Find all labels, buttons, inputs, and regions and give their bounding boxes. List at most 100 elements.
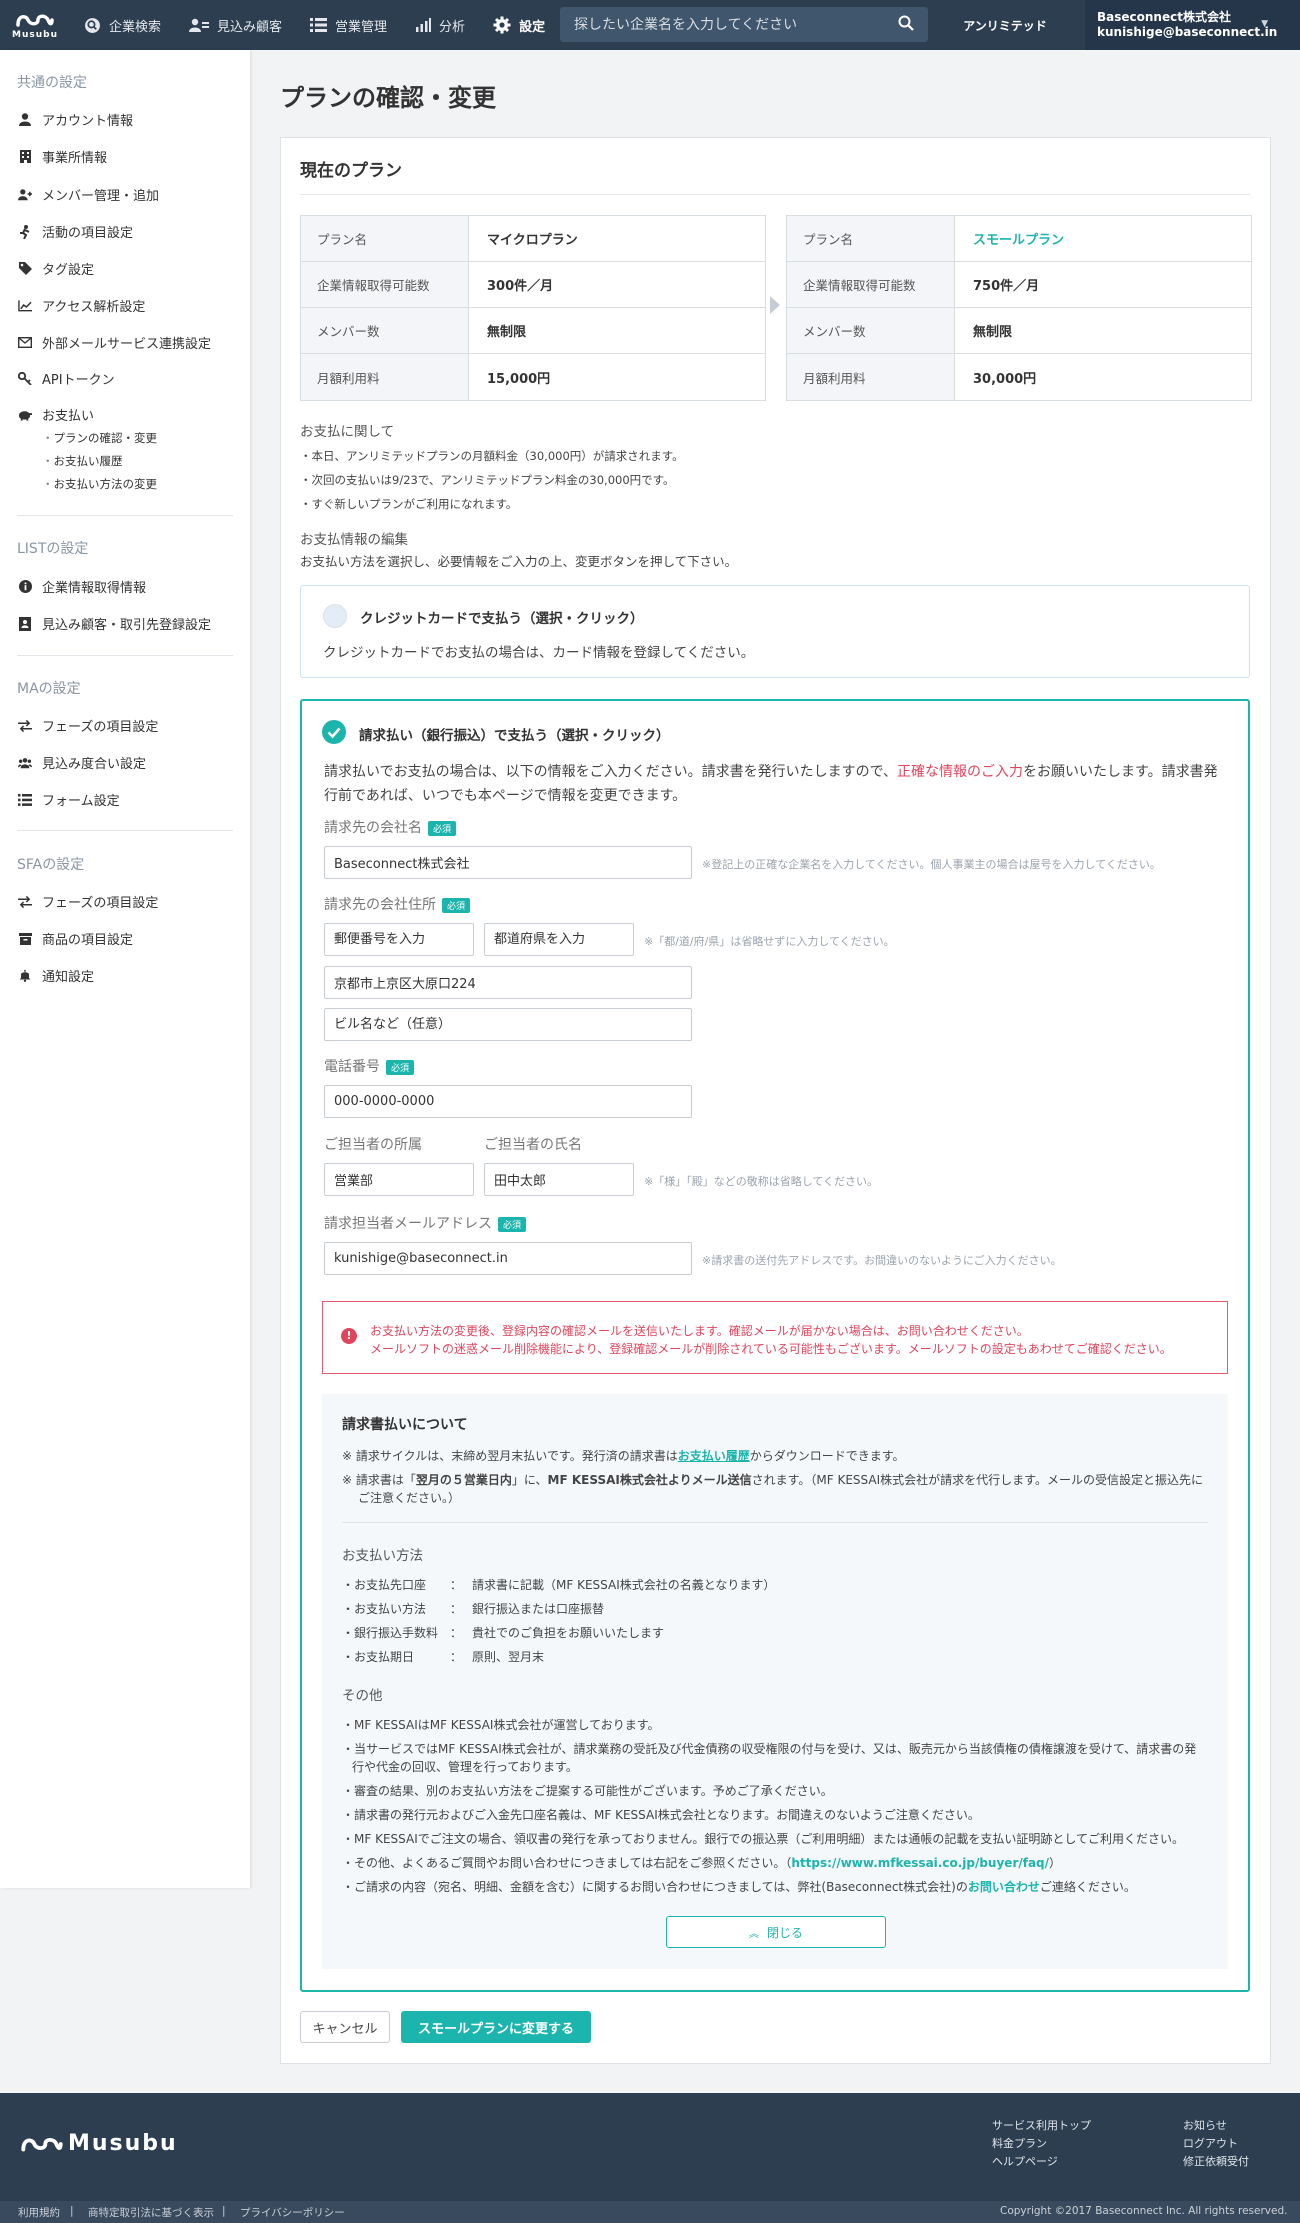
contact-name-input[interactable] bbox=[484, 1163, 634, 1196]
musubu-logo-icon bbox=[21, 2137, 63, 2151]
plan-badge[interactable]: アンリミテッド bbox=[930, 0, 1080, 50]
footer-link[interactable]: 料金プラン bbox=[992, 2135, 1047, 2151]
legal-bar: 利用規約 | 商特定取引法に基づく表示 | プライバシーポリシー Copyrig… bbox=[0, 2201, 1300, 2223]
company-search-input[interactable] bbox=[574, 16, 898, 33]
email-input[interactable] bbox=[324, 1242, 692, 1275]
dept-input[interactable] bbox=[324, 1163, 474, 1196]
search-icon[interactable] bbox=[898, 15, 914, 35]
sidebar-item-registration[interactable]: 見込み顧客・取引先登録設定 bbox=[18, 614, 211, 633]
user-plus-icon bbox=[18, 188, 32, 201]
note-text: からダウンロードできます。 bbox=[749, 1449, 905, 1463]
sidebar-item-label: アカウント情報 bbox=[42, 114, 134, 129]
desc-text: をお願いいたします。請求書発 bbox=[1023, 764, 1218, 780]
footer-link[interactable]: ヘルプページ bbox=[992, 2153, 1058, 2169]
plan-key: メンバー数 bbox=[301, 308, 469, 353]
legal-link[interactable]: プライバシーポリシー bbox=[240, 2205, 345, 2220]
sidebar-item-ma-score[interactable]: 見込み度合い設定 bbox=[18, 753, 146, 772]
zip-input[interactable] bbox=[324, 923, 474, 956]
sidebar-item-analytics[interactable]: アクセス解析設定 bbox=[18, 296, 145, 315]
contact-link[interactable]: お問い合わせ bbox=[968, 1880, 1040, 1894]
name-hint: ※「様」「殿」などの敬称は省略してください。 bbox=[644, 1175, 879, 1188]
address-input[interactable] bbox=[324, 966, 692, 999]
info-icon bbox=[18, 580, 32, 593]
exchange-icon bbox=[18, 719, 32, 732]
sidebar-item-office[interactable]: 事業所情報 bbox=[18, 147, 107, 166]
tag-icon bbox=[18, 262, 32, 275]
company-name-input[interactable] bbox=[324, 846, 692, 879]
sidebar-item-ma-phase[interactable]: フェーズの項目設定 bbox=[18, 716, 158, 735]
sidebar-item-payment[interactable]: お支払い bbox=[18, 405, 94, 424]
arrow-right-icon bbox=[770, 296, 780, 314]
musubu-logo[interactable]: Musubu bbox=[0, 0, 70, 50]
other-text: ・その他、よくあるご質問やお問い合わせにつきましては右記をご参照ください。（ bbox=[342, 1856, 792, 1870]
sidebar-item-activity[interactable]: 活動の項目設定 bbox=[18, 222, 133, 241]
prefecture-input[interactable] bbox=[484, 923, 634, 956]
account-menu[interactable]: Baseconnect株式会社 kunishige@baseconnect.in… bbox=[1085, 0, 1300, 50]
required-badge: 必須 bbox=[386, 1059, 415, 1075]
company-label: 請求先の会社名 必須 bbox=[324, 817, 457, 837]
nav-label: 営業管理 bbox=[335, 19, 388, 35]
plan-value: 15,000円 bbox=[487, 371, 551, 387]
method-title: お支払い方法 bbox=[342, 1548, 423, 1564]
list-icon bbox=[18, 793, 32, 806]
plan-key: 企業情報取得可能数 bbox=[787, 262, 955, 307]
table-row: メンバー数 無制限 bbox=[301, 308, 765, 354]
payment-history-link[interactable]: お支払い履歴 bbox=[678, 1449, 750, 1463]
alert-icon: ! bbox=[341, 1328, 357, 1344]
footer-logo[interactable]: Musubu bbox=[20, 2131, 178, 2156]
sidebar-subitem-method[interactable]: お支払い方法の変更 bbox=[42, 476, 158, 492]
footer-link[interactable]: お知らせ bbox=[1183, 2117, 1227, 2133]
sidebar-item-tags[interactable]: タグ設定 bbox=[18, 259, 94, 278]
faq-link[interactable]: https://www.mfkessai.co.jp/buyer/faq/ bbox=[791, 1856, 1049, 1870]
desc-text: 請求払いでお支払の場合は、以下の情報をご入力ください。請求書を発行いたしますので… bbox=[324, 764, 898, 780]
search-circle-icon bbox=[84, 17, 101, 34]
footer-link[interactable]: サービス利用トップ bbox=[992, 2117, 1091, 2133]
sidebar-subitem-history[interactable]: お支払い履歴 bbox=[42, 453, 123, 469]
plan-value: 無制限 bbox=[973, 325, 1013, 340]
plan-key: 月額利用料 bbox=[301, 354, 469, 400]
footer-link[interactable]: 修正依頼受付 bbox=[1183, 2153, 1249, 2169]
sidebar-item-sfa-phase[interactable]: フェーズの項目設定 bbox=[18, 892, 158, 911]
phone-input[interactable] bbox=[324, 1085, 692, 1118]
address-label: 請求先の会社住所 必須 bbox=[324, 894, 471, 914]
building-input[interactable] bbox=[324, 1008, 692, 1041]
check-selected-icon[interactable] bbox=[322, 720, 346, 744]
sidebar-item-members[interactable]: メンバー管理・追加 bbox=[18, 185, 159, 204]
logo-text: Musubu bbox=[12, 29, 58, 40]
credit-card-option[interactable]: クレジットカードで支払う（選択・クリック） クレジットカードでお支払の場合は、カ… bbox=[300, 585, 1250, 678]
nav-company-search[interactable]: 企業検索 bbox=[70, 0, 175, 50]
radio-unselected-icon[interactable] bbox=[323, 604, 347, 628]
running-icon bbox=[18, 224, 32, 239]
nav-label: 見込み顧客 bbox=[217, 19, 283, 35]
invoice-option[interactable]: 請求払い（銀行振込）で支払う（選択・クリック） 請求払いでお支払の場合は、以下の… bbox=[300, 699, 1250, 1992]
sidebar-item-sfa-products[interactable]: 商品の項目設定 bbox=[18, 929, 133, 948]
sidebar-item-ma-form[interactable]: フォーム設定 bbox=[18, 790, 120, 809]
method-value: 請求書に記載（MF KESSAI株式会社の名義となります） bbox=[472, 1578, 776, 1592]
sidebar-item-api-token[interactable]: APIトークン bbox=[18, 369, 115, 388]
other-text: ・ご請求の内容（宛名、明細、金額を含む）に関するお問い合わせにつきましては、弊社… bbox=[342, 1880, 968, 1894]
plan-value: マイクロプラン bbox=[487, 233, 578, 248]
note-text: されます。（MF KESSAI株式会社が請求を代行します。メールの受信設定と振込… bbox=[751, 1473, 1203, 1487]
sidebar-item-company-info[interactable]: 企業情報取得情報 bbox=[18, 577, 146, 596]
copyright: Copyright ©2017 Baseconnect Inc. All rig… bbox=[1000, 2205, 1288, 2217]
change-plan-button[interactable]: スモールプランに変更する bbox=[401, 2011, 591, 2043]
legal-link[interactable]: 利用規約 bbox=[18, 2205, 60, 2220]
sidebar-item-account[interactable]: アカウント情報 bbox=[18, 110, 133, 129]
footer-link[interactable]: ログアウト bbox=[1183, 2135, 1238, 2151]
sidebar-item-sfa-notify[interactable]: 通知設定 bbox=[18, 966, 94, 985]
exchange-icon bbox=[18, 895, 32, 908]
required-badge: 必須 bbox=[428, 820, 457, 836]
sidebar-subitem-plan[interactable]: プランの確認・変更 bbox=[42, 430, 158, 446]
sidebar-item-label: フォーム設定 bbox=[42, 794, 120, 809]
company-hint: ※登記上の正確な企業名を入力してください。個人事業主の場合は屋号を入力してくださ… bbox=[702, 858, 1161, 871]
close-button[interactable]: ︽ 閉じる bbox=[666, 1916, 886, 1948]
nav-analytics[interactable]: 分析 bbox=[401, 0, 479, 50]
nav-settings[interactable]: 設定 bbox=[479, 0, 559, 50]
bar-chart-icon bbox=[415, 18, 432, 32]
new-plan-table: プラン名 スモールプラン 企業情報取得可能数 750件／月 メンバー数 無制限 月額利… bbox=[786, 215, 1252, 401]
sidebar-item-mail-integration[interactable]: 外部メールサービス連携設定 bbox=[18, 333, 211, 352]
legal-link[interactable]: 商特定取引法に基づく表示 bbox=[88, 2205, 214, 2220]
nav-prospects[interactable]: 見込み顧客 bbox=[175, 0, 296, 50]
cancel-button[interactable]: キャンセル bbox=[300, 2011, 390, 2043]
nav-sales[interactable]: 営業管理 bbox=[296, 0, 401, 50]
